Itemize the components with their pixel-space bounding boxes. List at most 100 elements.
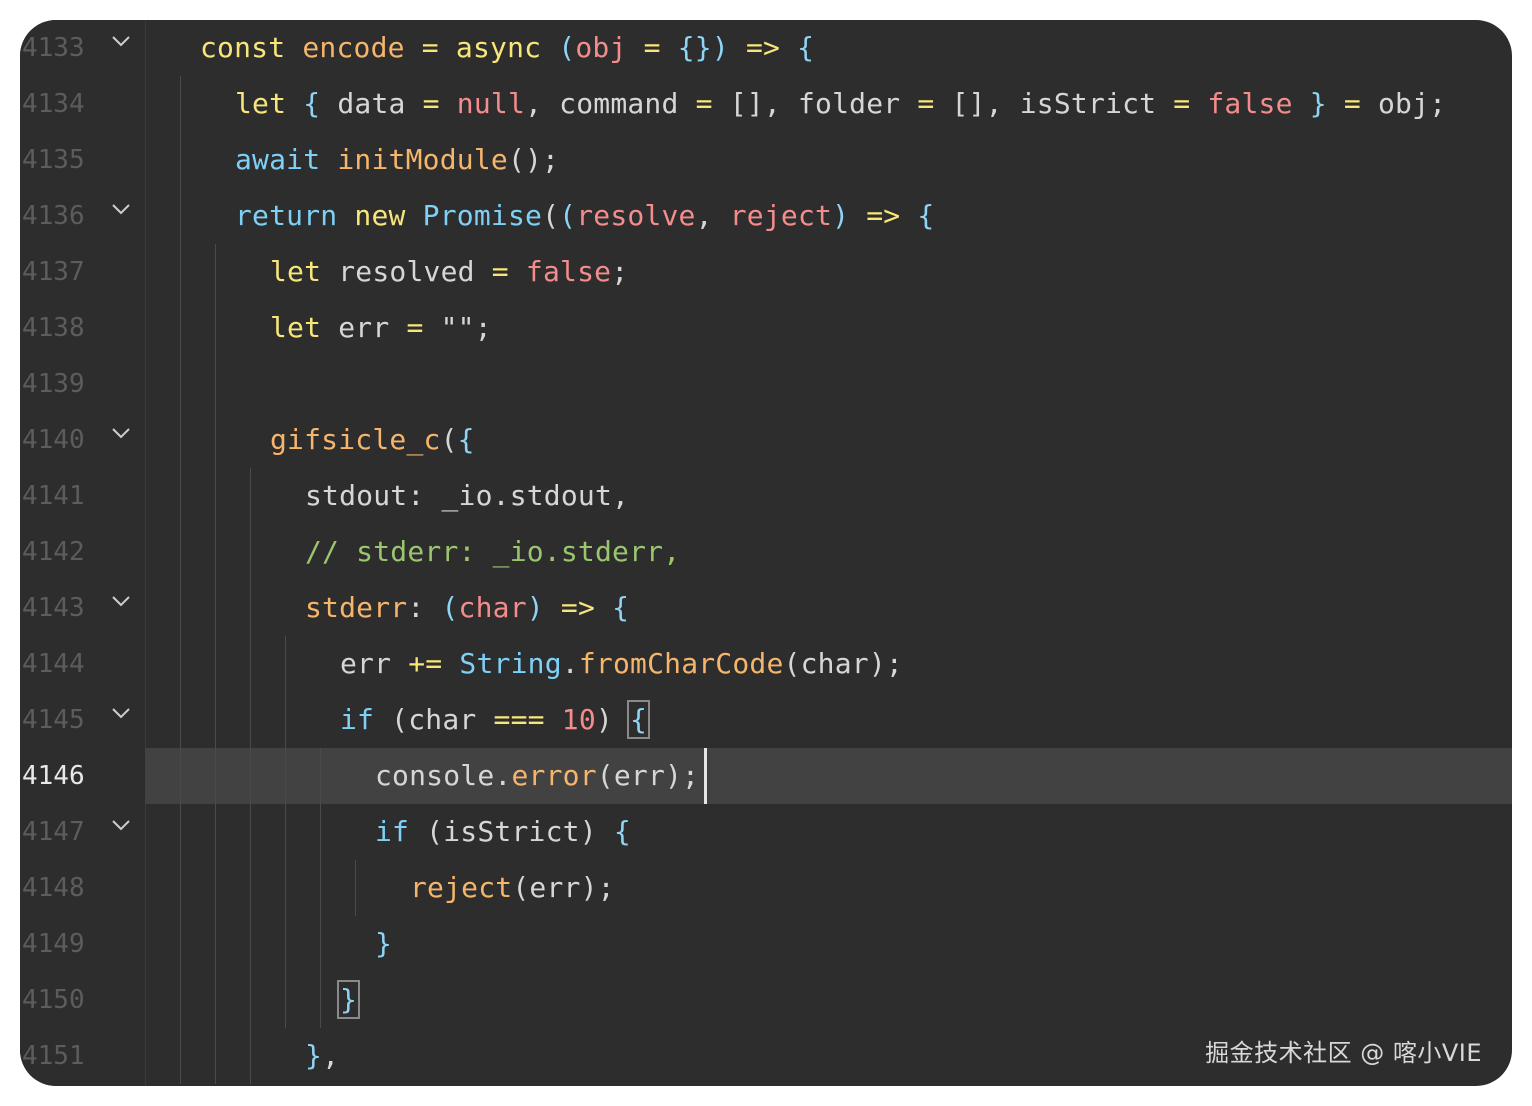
line-number: 4141	[22, 481, 85, 511]
chevron-down-icon[interactable]	[110, 198, 132, 220]
code-line[interactable]: 4136 return new Promise((resolve, reject)…	[20, 188, 1512, 244]
code-token: ;	[611, 255, 629, 288]
code-text: reject(err);	[410, 870, 615, 906]
code-editor[interactable]: 4133 const encode = async (obj = {}) => {…	[20, 20, 1512, 1086]
chevron-down-icon[interactable]	[110, 702, 132, 724]
code-line[interactable]: 4146 console.error(err);	[20, 748, 1512, 804]
code-line[interactable]: 4140 gifsicle_c({	[20, 412, 1512, 468]
code-token: )	[711, 31, 729, 64]
code-token: {	[612, 591, 630, 624]
code-token: =	[695, 87, 713, 120]
watermark-text: 掘金技术社区 @ 喀小VIE	[1205, 1039, 1482, 1067]
line-number: 4139	[22, 369, 85, 399]
code-token: (	[542, 199, 560, 232]
code-token: resolve	[576, 199, 696, 232]
code-line[interactable]: 4147 if (isStrict) {	[20, 804, 1512, 860]
code-token: (	[558, 31, 576, 64]
code-token: }	[1309, 87, 1327, 120]
code-token: null	[456, 87, 526, 120]
code-line[interactable]: 4142 // stderr: _io.stderr,	[20, 524, 1512, 580]
code-token: ();	[507, 143, 560, 176]
line-number: 4137	[22, 257, 85, 287]
line-number: 4140	[22, 425, 85, 455]
code-token: reject	[410, 871, 513, 904]
code-text: gifsicle_c({	[270, 422, 475, 458]
code-text: await initModule();	[235, 142, 559, 178]
line-number: 4143	[22, 593, 85, 623]
code-text: }	[336, 980, 361, 1019]
code-token: [], folder	[712, 87, 918, 120]
code-token: , command	[525, 87, 696, 120]
code-token: obj	[575, 31, 627, 64]
code-token: async	[455, 31, 542, 64]
code-token: (isStrict)	[409, 815, 614, 848]
line-number: 4150	[22, 985, 85, 1015]
code-token: ===	[493, 703, 545, 736]
code-token: err	[340, 647, 409, 680]
code-token: encode	[302, 31, 405, 64]
code-token: =	[643, 31, 661, 64]
code-line[interactable]: 4150}	[20, 972, 1512, 1028]
chevron-down-icon[interactable]	[110, 30, 132, 52]
code-token: data	[320, 87, 423, 120]
code-line[interactable]: 4141 stdout: _io.stdout,	[20, 468, 1512, 524]
code-token: =	[1173, 87, 1191, 120]
line-number: 4144	[22, 649, 85, 679]
code-token: )	[832, 199, 850, 232]
code-line[interactable]: 4133 const encode = async (obj = {}) => {	[20, 20, 1512, 76]
chevron-down-icon[interactable]	[110, 422, 132, 444]
code-text: let err = "";	[270, 310, 492, 346]
code-token: {	[613, 815, 631, 848]
code-line[interactable]: 4139	[20, 356, 1512, 412]
code-line[interactable]: 4135 await initModule();	[20, 132, 1512, 188]
code-line[interactable]: 4148 reject(err);	[20, 860, 1512, 916]
code-token: 10	[561, 703, 596, 736]
line-number: 4145	[22, 705, 85, 735]
line-number: 4148	[22, 873, 85, 903]
code-line[interactable]: 4149}	[20, 916, 1512, 972]
code-token: {	[457, 423, 475, 456]
indent-guide	[320, 748, 321, 1028]
code-token: {}	[677, 31, 712, 64]
code-token: =	[1343, 87, 1361, 120]
code-token: gifsicle_c	[270, 423, 441, 456]
code-line[interactable]: 4145 if (char === 10) {	[20, 692, 1512, 748]
code-token: =	[406, 311, 424, 344]
code-token: let	[270, 255, 322, 288]
code-token: (char	[374, 703, 494, 736]
chevron-down-icon[interactable]	[110, 814, 132, 836]
code-token: // stderr: _io.stderr,	[305, 535, 681, 568]
code-token: .	[561, 647, 579, 680]
code-token: return	[235, 199, 338, 232]
code-token: console.	[375, 759, 512, 792]
line-number: 4142	[22, 537, 85, 567]
code-token: initModule	[337, 143, 508, 176]
code-line[interactable]: 4144 err += String.fromCharCode(char);	[20, 636, 1512, 692]
code-text: // stderr: _io.stderr,	[305, 534, 680, 570]
code-text: if (char === 10) {	[340, 700, 651, 739]
code-line[interactable]: 4138 let err = "";	[20, 300, 1512, 356]
code-text: let resolved = false;	[270, 254, 628, 290]
indent-guide	[285, 636, 286, 1028]
chevron-down-icon[interactable]	[110, 590, 132, 612]
code-token: =>	[866, 199, 901, 232]
code-line[interactable]: 4137 let resolved = false;	[20, 244, 1512, 300]
code-token: fromCharCode	[578, 647, 784, 680]
code-token: error	[511, 759, 597, 792]
code-token: Promise	[422, 199, 543, 232]
code-token: =>	[745, 31, 781, 64]
code-token: =	[422, 87, 440, 120]
code-token: if	[340, 703, 375, 736]
code-text: console.error(err);	[375, 758, 699, 794]
code-line[interactable]: 4134 let { data = null, command = [], fol…	[20, 76, 1512, 132]
indent-guide	[180, 76, 181, 1084]
code-line[interactable]: 4143 stderr: (char) => {	[20, 580, 1512, 636]
